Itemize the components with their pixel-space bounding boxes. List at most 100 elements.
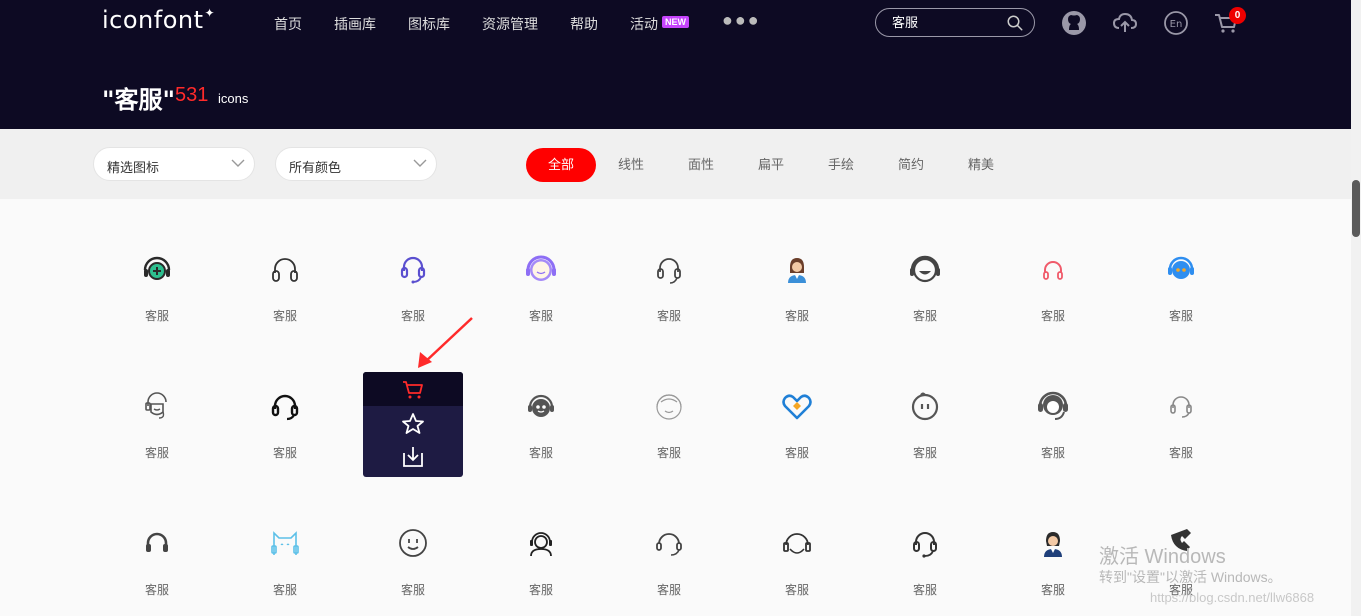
top-header: iconfont✦ 首页 插画库 图标库 资源管理 帮助 活动 NEW ●●● E…	[0, 0, 1361, 129]
search-query-title: "客服"	[102, 86, 176, 114]
icon-label: 客服	[272, 583, 297, 597]
icon-card[interactable]: 客服	[733, 519, 861, 616]
icon-card[interactable]: 客服	[989, 519, 1117, 616]
style-tabs: 全部 线性 面性 扁平 手绘 简约 精美	[526, 148, 1016, 182]
icon-hover-actions	[363, 372, 463, 477]
scrollbar-thumb[interactable]	[1352, 180, 1360, 237]
color-select-value: 所有颜色	[289, 160, 342, 175]
icon-type-select[interactable]: 精选图标	[93, 147, 255, 181]
icon-card[interactable]: 客服	[861, 382, 989, 492]
icon-label: 客服	[1040, 446, 1065, 460]
icon-label: 客服	[912, 309, 937, 323]
icon-label: 客服	[656, 309, 681, 323]
icon-card[interactable]: 客服	[93, 519, 221, 616]
icon-card[interactable]: 客服	[221, 245, 349, 355]
headphones-icon	[1043, 261, 1063, 280]
icon-card[interactable]: 客服	[477, 382, 605, 492]
cart-count-badge: 0	[1229, 7, 1246, 24]
tab-flat[interactable]: 扁平	[736, 148, 806, 182]
icon-card[interactable]: 客服	[221, 519, 349, 616]
icon-card[interactable]: 客服	[349, 519, 477, 616]
nav-icon-library[interactable]: 图标库	[408, 14, 450, 34]
search-box	[875, 8, 1035, 37]
nav-resource-management[interactable]: 资源管理	[482, 14, 538, 34]
icon-label: 客服	[528, 583, 553, 597]
icon-card[interactable]: 客服	[221, 382, 349, 492]
icon-label: 客服	[528, 446, 553, 460]
nav-illustrations[interactable]: 插画库	[334, 14, 376, 34]
language-icon[interactable]: En	[1163, 10, 1189, 36]
iconfont-logo[interactable]: iconfont✦	[102, 6, 215, 34]
icon-label: 客服	[784, 446, 809, 460]
agent-face-thin-icon	[656, 394, 682, 420]
agent-woman-icon	[788, 258, 806, 283]
result-unit: icons	[218, 91, 249, 106]
logo-text: iconfont	[102, 6, 204, 34]
icon-label: 客服	[912, 583, 937, 597]
icon-card[interactable]: 客服	[93, 245, 221, 355]
icon-label: 客服	[400, 309, 425, 323]
headset-icon	[271, 394, 299, 421]
icon-card[interactable]: 客服	[861, 245, 989, 355]
windows-watermark-subtitle: 转到"设置"以激活 Windows。	[1099, 569, 1282, 585]
search-input[interactable]	[892, 14, 1002, 29]
icon-card[interactable]: 客服	[989, 382, 1117, 492]
headset-small-icon	[146, 532, 168, 552]
tab-hand-drawn[interactable]: 手绘	[806, 148, 876, 182]
icon-label: 客服	[144, 583, 169, 597]
tab-filled[interactable]: 面性	[666, 148, 736, 182]
nav-home[interactable]: 首页	[274, 14, 302, 34]
tab-linear[interactable]: 线性	[596, 148, 666, 182]
nav-help[interactable]: 帮助	[570, 14, 598, 34]
star-icon[interactable]	[401, 412, 425, 436]
smile-icon	[399, 529, 427, 557]
download-icon[interactable]	[401, 445, 425, 469]
icon-card[interactable]: 客服	[605, 245, 733, 355]
heart-handshake-icon	[782, 394, 812, 420]
icon-card[interactable]: 客服	[605, 382, 733, 492]
cat-headset-icon	[271, 531, 299, 555]
more-menu-icon[interactable]: ●●●	[722, 10, 761, 31]
icon-label: 客服	[656, 446, 681, 460]
icon-card[interactable]: 客服	[349, 245, 477, 355]
icon-label: 客服	[784, 583, 809, 597]
headset-plus-icon	[143, 256, 171, 280]
icon-label: 客服	[144, 309, 169, 323]
icon-card[interactable]: 客服	[605, 519, 733, 616]
agent-avatar-icon	[1038, 391, 1068, 420]
icon-label: 客服	[144, 446, 169, 460]
cart-icon[interactable]	[401, 378, 425, 402]
icon-card[interactable]: 客服	[477, 245, 605, 355]
icon-card[interactable]: 客服	[733, 245, 861, 355]
agent-person-icon	[530, 532, 552, 557]
icon-label: 客服	[784, 309, 809, 323]
chevron-down-icon	[231, 159, 245, 167]
nav-activity[interactable]: 活动 NEW	[630, 14, 689, 34]
language-label: En	[1170, 19, 1183, 30]
icon-card[interactable]: 客服	[1117, 245, 1245, 355]
search-icon[interactable]	[1006, 14, 1024, 32]
scrollbar[interactable]	[1351, 0, 1361, 616]
logo-sparkle-icon: ✦	[204, 6, 216, 20]
headset-icon	[657, 258, 681, 284]
tab-all[interactable]: 全部	[526, 148, 596, 182]
icon-label: 客服	[912, 446, 937, 460]
icon-label: 客服	[272, 446, 297, 460]
headset-icon	[400, 256, 426, 284]
icon-card[interactable]: 客服	[989, 245, 1117, 355]
icon-card[interactable]: 客服	[1117, 382, 1245, 492]
upload-cloud-icon[interactable]	[1112, 10, 1138, 36]
icon-label: 客服	[1040, 309, 1065, 323]
github-icon[interactable]	[1061, 10, 1087, 36]
tab-simple[interactable]: 简约	[876, 148, 946, 182]
color-select[interactable]: 所有颜色	[275, 147, 437, 181]
tab-exquisite[interactable]: 精美	[946, 148, 1016, 182]
icon-card[interactable]: 客服	[93, 382, 221, 492]
icon-card[interactable]: 客服	[477, 519, 605, 616]
icon-card[interactable]: 客服	[733, 382, 861, 492]
headset-light-icon	[1170, 396, 1192, 418]
icon-card[interactable]: 客服	[861, 519, 989, 616]
headset-wide-icon	[783, 533, 811, 554]
icon-label: 客服	[272, 309, 297, 323]
headphones-icon	[272, 258, 298, 282]
